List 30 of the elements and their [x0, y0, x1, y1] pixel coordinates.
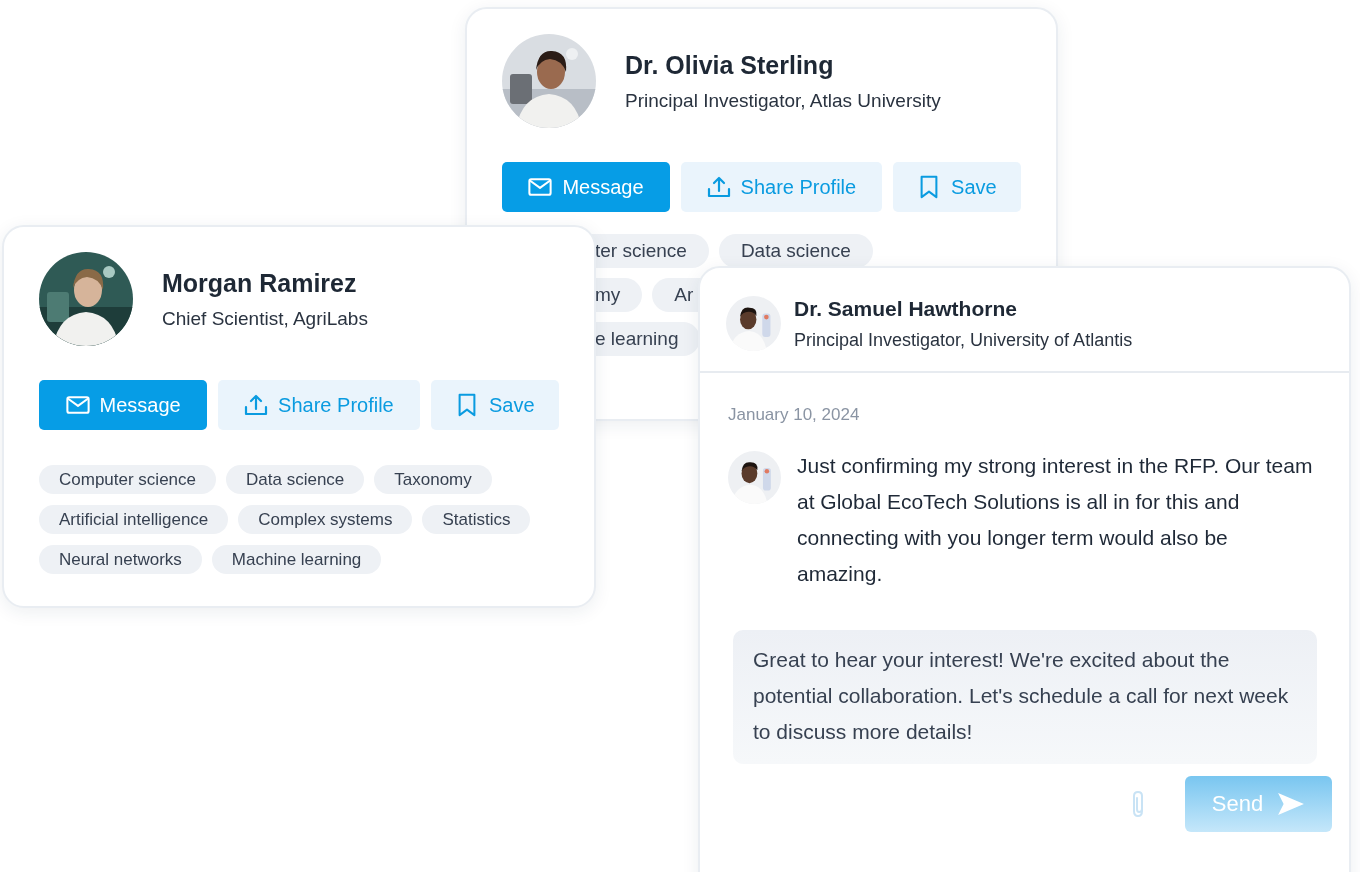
save-button[interactable]: Save: [892, 162, 1021, 212]
reply-field[interactable]: Great to hear your interest! We're excited about the potential collaboration. Let's schedule a call for next week to discuss more details!: [733, 630, 1317, 764]
tag: Taxonomy: [374, 465, 492, 494]
tag: Data science: [718, 234, 873, 268]
tag: Artificial intelligence: [39, 505, 229, 534]
message-text: Just confirming my strong interest in the RFP. Our team at Global EcoTech Solutions is all in for this and connecting with you longer term would also be amazing.: [797, 453, 1314, 587]
contact-title: Principal Investigator, University of Atlantis: [794, 329, 1133, 351]
share-profile-button[interactable]: Share Profile: [218, 380, 420, 430]
contact-name: Dr. Samuel Hawthorne: [794, 296, 1018, 321]
save-button[interactable]: Save: [430, 380, 559, 430]
profile-name: Morgan Ramirez: [162, 268, 358, 298]
tag: Neural networks: [39, 545, 202, 574]
message-button[interactable]: Message: [39, 380, 208, 430]
tag: Data science: [226, 465, 365, 494]
send-button[interactable]: Send: [1185, 776, 1332, 832]
profile-title: Chief Scientist, AgriLabs: [162, 307, 368, 330]
upload-icon: [244, 393, 269, 417]
message-date: January 10, 2024: [728, 405, 861, 425]
message-button[interactable]: Message: [502, 162, 670, 212]
send-icon: [1277, 792, 1306, 816]
envelope-icon: [528, 175, 553, 199]
tag: Complex systems: [238, 505, 413, 534]
envelope-icon: [65, 393, 90, 417]
share-profile-button[interactable]: Share Profile: [681, 162, 882, 212]
tag: Machine learning: [211, 545, 382, 574]
upload-icon: [706, 175, 731, 199]
tag: Computer science: [39, 465, 216, 494]
tag: Statistics: [422, 505, 531, 534]
profile-name: Dr. Olivia Sterling: [625, 50, 835, 80]
profile-title: Principal Investigator, Atlas University: [625, 89, 941, 112]
